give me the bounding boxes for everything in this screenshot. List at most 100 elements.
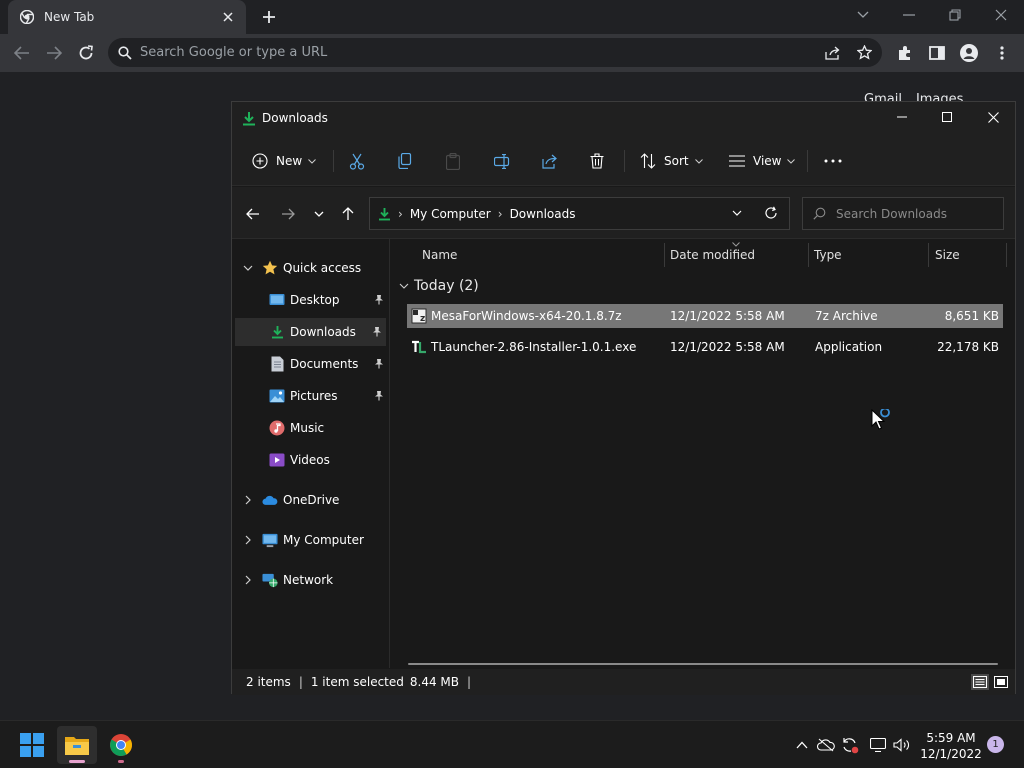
onedrive-offline-tray-icon[interactable] bbox=[816, 735, 836, 755]
pin-icon[interactable] bbox=[374, 294, 384, 305]
chevron-right-icon[interactable] bbox=[242, 534, 254, 546]
details-view-button[interactable] bbox=[971, 674, 989, 690]
see-more-button[interactable] bbox=[824, 148, 842, 174]
chevron-down-icon bbox=[694, 158, 703, 164]
table-row[interactable]: TLauncher-2.86-Installer-1.0.1.exe 12/1/… bbox=[407, 335, 1003, 359]
group-header-today[interactable]: Today (2) bbox=[399, 275, 479, 297]
document-icon bbox=[269, 356, 285, 372]
browser-close-icon[interactable] bbox=[987, 4, 1015, 26]
nav-item-videos[interactable]: Videos bbox=[232, 446, 388, 474]
new-button[interactable]: New bbox=[252, 148, 317, 174]
search-downloads-input[interactable] bbox=[836, 206, 986, 221]
column-divider[interactable] bbox=[808, 243, 809, 267]
search-icon bbox=[118, 45, 132, 60]
column-divider[interactable] bbox=[928, 243, 929, 267]
new-tab-plus-icon[interactable] bbox=[258, 6, 280, 28]
breadcrumb-my-computer[interactable]: My Computer bbox=[410, 207, 491, 221]
nav-my-computer[interactable]: My Computer bbox=[232, 526, 388, 554]
nav-item-pictures[interactable]: Pictures bbox=[232, 382, 388, 410]
column-header-size[interactable]: Size bbox=[935, 239, 960, 271]
column-header-name[interactable]: Name bbox=[422, 239, 457, 271]
sort-button[interactable]: Sort bbox=[640, 148, 703, 174]
table-row[interactable]: z MesaForWindows-x64-20.1.8.7z 12/1/2022… bbox=[407, 304, 1003, 328]
omnibox-input[interactable] bbox=[140, 45, 825, 60]
network-icon bbox=[262, 572, 278, 588]
reload-icon[interactable] bbox=[74, 41, 98, 65]
explorer-back-icon[interactable] bbox=[242, 203, 264, 225]
omnibox[interactable] bbox=[108, 38, 882, 67]
delete-button[interactable] bbox=[590, 148, 604, 174]
status-divider: | bbox=[298, 675, 303, 689]
browser-restore-icon[interactable] bbox=[941, 4, 969, 26]
bookmark-star-icon[interactable] bbox=[857, 45, 872, 60]
breadcrumb-downloads[interactable]: Downloads bbox=[510, 207, 576, 221]
pin-icon[interactable] bbox=[374, 358, 384, 369]
share-icon[interactable] bbox=[825, 46, 841, 60]
explorer-maximize-icon[interactable] bbox=[924, 102, 970, 132]
column-header-date-modified[interactable]: Date modified bbox=[670, 239, 755, 271]
view-button[interactable]: View bbox=[729, 148, 796, 174]
show-hidden-icons-chevron-icon[interactable] bbox=[792, 735, 812, 755]
nav-network[interactable]: Network bbox=[232, 566, 388, 594]
explorer-forward-icon[interactable] bbox=[277, 203, 299, 225]
recent-locations-chevron-icon[interactable] bbox=[308, 203, 330, 225]
windows-taskbar: 5:59 AM 12/1/2022 1 bbox=[0, 720, 1024, 768]
nav-my-computer-label: My Computer bbox=[283, 533, 364, 547]
extensions-puzzle-icon[interactable] bbox=[893, 41, 917, 65]
back-arrow-icon[interactable] bbox=[10, 41, 34, 65]
nav-item-label: Desktop bbox=[290, 293, 340, 307]
pin-icon[interactable] bbox=[372, 326, 382, 337]
forward-arrow-icon[interactable] bbox=[42, 41, 66, 65]
nav-onedrive[interactable]: OneDrive bbox=[232, 486, 388, 514]
address-bar[interactable]: › My Computer › Downloads bbox=[369, 197, 790, 230]
browser-minimize-icon[interactable] bbox=[895, 4, 923, 26]
horizontal-scrollbar[interactable] bbox=[408, 663, 998, 665]
refresh-icon[interactable] bbox=[764, 206, 778, 220]
clock-date: 12/1/2022 bbox=[920, 747, 982, 761]
chrome-menu-kebab-icon[interactable] bbox=[990, 41, 1014, 65]
rename-icon bbox=[494, 153, 511, 169]
tab-search-chevron-icon[interactable] bbox=[849, 4, 877, 26]
nav-item-desktop[interactable]: Desktop bbox=[232, 286, 388, 314]
chevron-right-icon[interactable] bbox=[242, 574, 254, 586]
side-panel-icon[interactable] bbox=[925, 41, 949, 65]
paste-button[interactable] bbox=[446, 148, 460, 174]
rename-button[interactable] bbox=[494, 148, 511, 174]
chevron-right-icon[interactable] bbox=[242, 494, 254, 506]
taskbar-clock[interactable]: 5:59 AM 12/1/2022 bbox=[918, 730, 984, 762]
nav-item-documents[interactable]: Documents bbox=[232, 350, 388, 378]
volume-speaker-icon[interactable] bbox=[892, 735, 912, 755]
chrome-tab-new-tab[interactable]: New Tab bbox=[8, 0, 246, 34]
search-downloads-box[interactable] bbox=[802, 197, 1004, 230]
nav-item-music[interactable]: Music bbox=[232, 414, 388, 442]
chrome-taskbar-icon[interactable] bbox=[101, 726, 141, 764]
close-tab-icon[interactable] bbox=[220, 9, 236, 25]
start-windows-logo-icon[interactable] bbox=[12, 726, 52, 764]
pin-icon[interactable] bbox=[374, 390, 384, 401]
network-tray-icon[interactable] bbox=[868, 735, 888, 755]
column-header-size-label: Size bbox=[935, 248, 960, 262]
column-divider[interactable] bbox=[1006, 243, 1007, 267]
nav-item-label: Music bbox=[290, 421, 325, 435]
chevron-down-icon[interactable] bbox=[242, 262, 254, 274]
explorer-titlebar[interactable]: Downloads bbox=[232, 102, 1015, 134]
column-header-type[interactable]: Type bbox=[814, 239, 842, 271]
downloads-arrow-icon bbox=[378, 207, 391, 221]
up-arrow-icon[interactable] bbox=[337, 203, 359, 225]
notification-badge[interactable]: 1 bbox=[987, 736, 1004, 753]
column-divider[interactable] bbox=[664, 243, 665, 267]
copy-button[interactable] bbox=[398, 148, 412, 174]
address-history-chevron-icon[interactable] bbox=[732, 210, 742, 216]
nav-quick-access[interactable]: Quick access bbox=[232, 254, 388, 282]
nav-item-downloads[interactable]: Downloads bbox=[235, 318, 386, 346]
navigation-pane: Quick access Desktop Downloads Documents… bbox=[232, 239, 390, 668]
sync-alert-tray-icon[interactable] bbox=[840, 735, 860, 755]
explorer-minimize-icon[interactable] bbox=[879, 102, 925, 132]
file-date: 12/1/2022 5:58 AM bbox=[670, 340, 785, 354]
large-icons-view-button[interactable] bbox=[992, 674, 1010, 690]
file-explorer-taskbar-icon[interactable] bbox=[57, 726, 97, 764]
explorer-close-icon[interactable] bbox=[970, 102, 1016, 132]
share-button[interactable] bbox=[542, 148, 558, 174]
profile-avatar-icon[interactable] bbox=[957, 41, 981, 65]
cut-button[interactable] bbox=[349, 148, 365, 174]
